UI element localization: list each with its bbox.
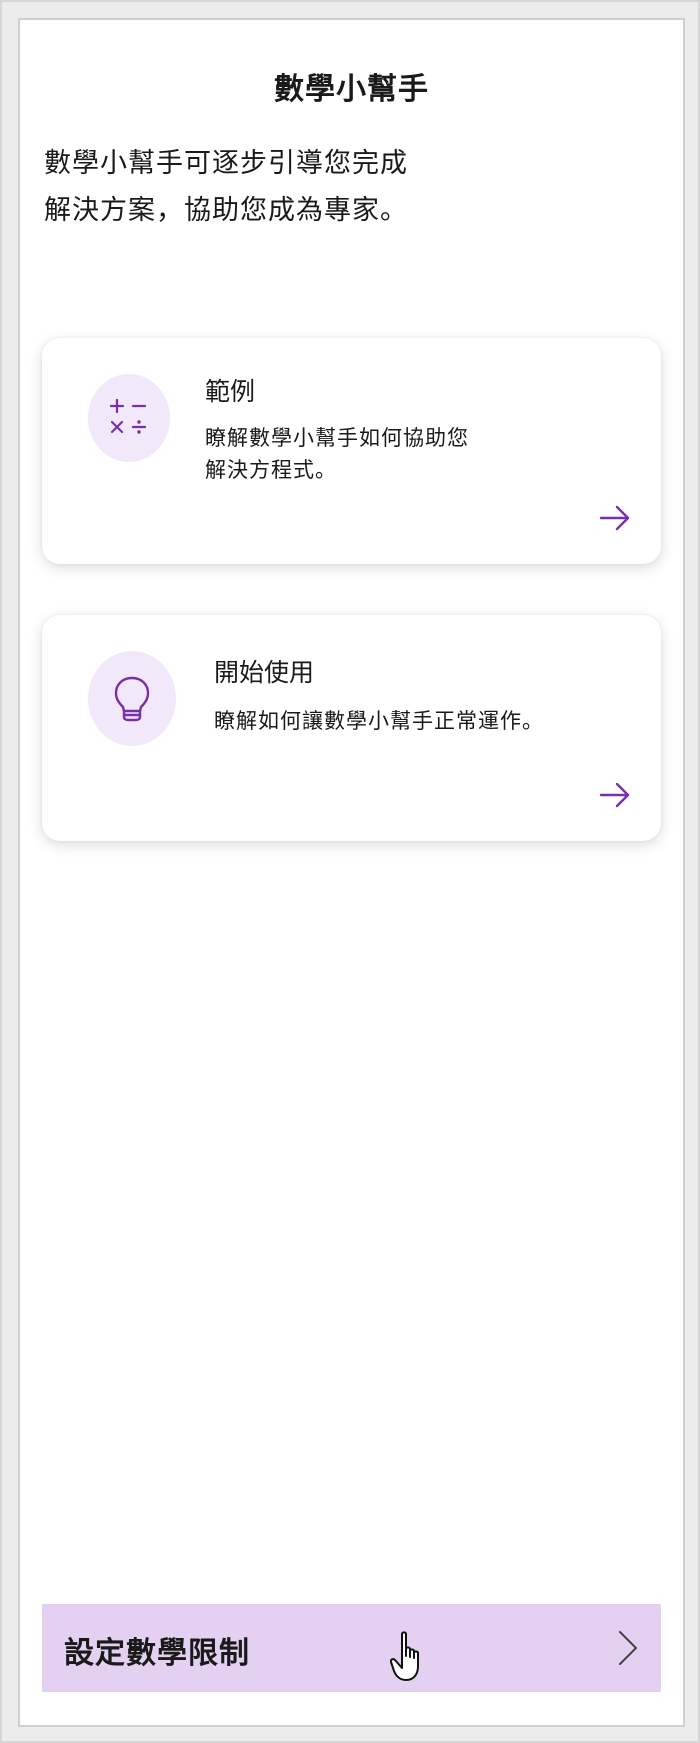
examples-desc-line-1: 瞭解數學小幫手如何協助您 (205, 426, 469, 450)
examples-desc-line-2: 解決方程式。 (205, 458, 337, 482)
lightbulb-icon (88, 651, 176, 746)
get-started-card-title: 開始使用 (214, 658, 315, 687)
page-title: 數學小幫手 (274, 72, 429, 107)
intro-text: 數學小幫手可逐步引導您完成 解決方案，協助您成為專家。 (44, 140, 464, 234)
intro-line-2: 解決方案，協助您成為專家。 (44, 195, 408, 226)
app-frame: 數學小幫手 數學小幫手可逐步引導您完成 解決方案，協助您成為專家。 範例 瞭解數… (2, 2, 698, 1741)
examples-card[interactable]: 範例 瞭解數學小幫手如何協助您 解決方程式。 (42, 338, 661, 564)
math-operators-icon (88, 374, 170, 462)
get-started-card[interactable]: 開始使用 瞭解如何讓數學小幫手正常運作。 (42, 615, 661, 841)
examples-card-description: 瞭解數學小幫手如何協助您 解決方程式。 (205, 422, 505, 486)
get-started-desc-line-1: 瞭解如何讓數學小幫手正常運作。 (214, 709, 544, 733)
arrow-right-icon[interactable] (599, 504, 631, 532)
intro-line-1: 數學小幫手可逐步引導您完成 (44, 148, 408, 179)
math-assistant-panel: 數學小幫手 數學小幫手可逐步引導您完成 解決方案，協助您成為專家。 範例 瞭解數… (18, 18, 685, 1727)
arrow-right-icon[interactable] (599, 781, 631, 809)
set-math-limits-button[interactable]: 設定數學限制 (42, 1604, 661, 1692)
chevron-right-icon (617, 1630, 639, 1666)
get-started-card-description: 瞭解如何讓數學小幫手正常運作。 (214, 705, 634, 737)
set-math-limits-label: 設定數學限制 (64, 1636, 250, 1671)
examples-card-title: 範例 (205, 377, 256, 406)
